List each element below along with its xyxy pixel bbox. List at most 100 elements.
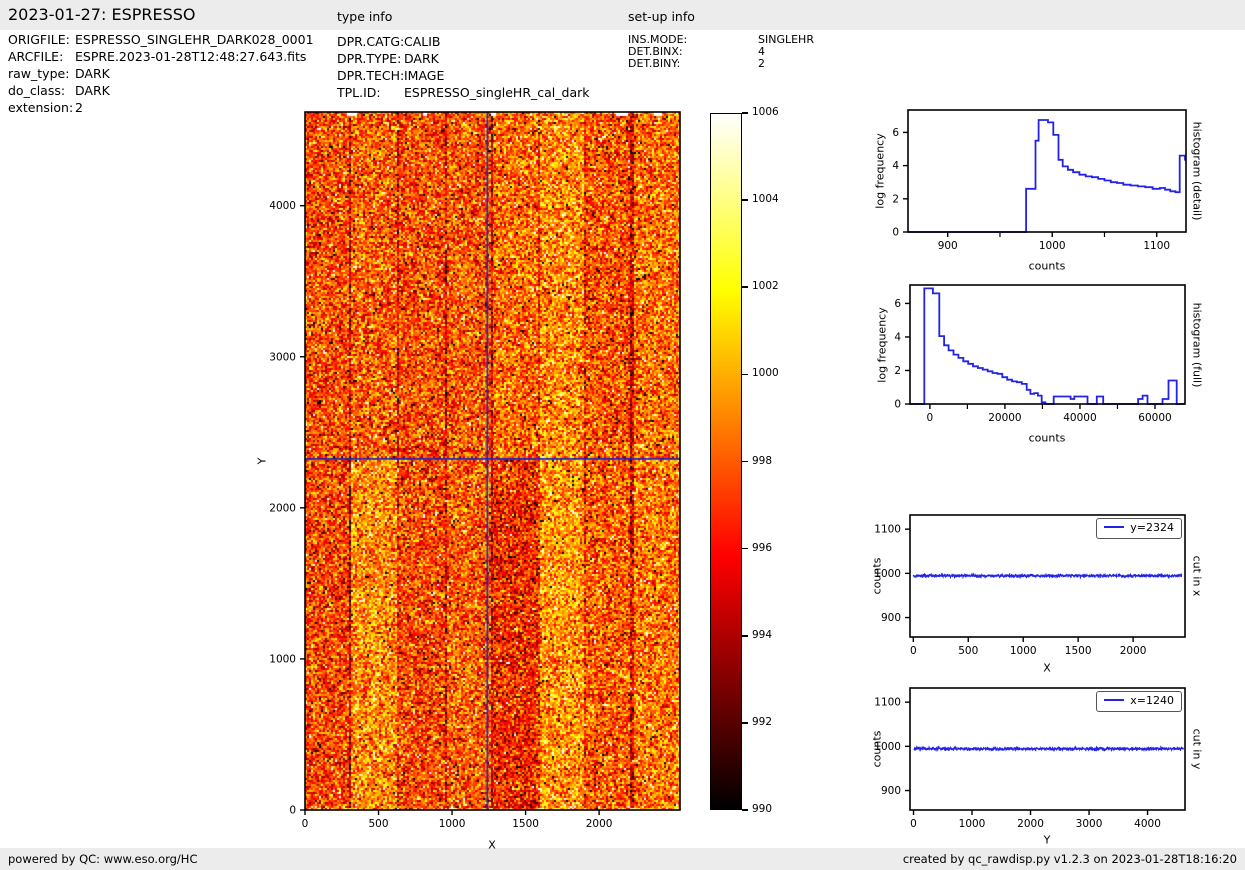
setup-info-row: DET.BINY: 2 <box>628 57 765 70</box>
svg-text:1000: 1000 <box>1039 240 1066 252</box>
cut-in-y-right-label: cut in y <box>1190 728 1204 770</box>
heatmap-y-axis-label: Y <box>255 457 269 465</box>
colorbar-tick-label: 998 <box>752 454 773 467</box>
svg-text:0: 0 <box>302 818 309 830</box>
svg-text:2000: 2000 <box>269 502 296 514</box>
field-value: ESPRESSO_singleHR_cal_dark <box>404 85 590 100</box>
field-label: ORIGFILE: <box>8 32 70 47</box>
svg-text:0: 0 <box>894 399 901 411</box>
svg-text:0: 0 <box>289 805 296 817</box>
svg-text:900: 900 <box>881 785 901 797</box>
colorbar-tick <box>742 460 748 463</box>
svg-text:2: 2 <box>892 193 899 205</box>
colorbar-tick <box>742 373 748 376</box>
legend-line-sample <box>1104 525 1125 529</box>
raw-image-heatmap: 0 500 1000 1500 2000 0 1000 2000 3000 4000 <box>269 111 681 830</box>
cut-in-y-x-label: Y <box>1043 833 1051 847</box>
histogram-full-x-label: counts <box>1028 431 1066 445</box>
type-info-row: DPR.TECH:IMAGE <box>337 68 444 83</box>
svg-text:1000: 1000 <box>959 818 986 830</box>
field-label: DET.BINY: <box>628 57 681 70</box>
histogram-detail-x-label: counts <box>1028 259 1066 273</box>
svg-text:1000: 1000 <box>269 653 296 665</box>
field-label: DPR.TYPE: <box>337 51 402 66</box>
field-value: 2 <box>758 57 765 70</box>
svg-text:20000: 20000 <box>988 412 1021 424</box>
histogram-detail-right-label: histogram (detail) <box>1190 121 1204 221</box>
histogram-detail-y-label: log frequency <box>873 133 887 209</box>
colorbar-tick-label: 1002 <box>752 280 779 293</box>
colorbar-tick-label: 990 <box>752 803 773 815</box>
setup-info-heading: set-up info <box>628 9 695 24</box>
type-info-row: DPR.TYPE: DARK <box>337 51 439 66</box>
field-label: ARCFILE: <box>8 49 64 64</box>
file-info-row: raw_type: DARK <box>8 66 110 81</box>
type-info-row: TPL.ID: ESPRESSO_singleHR_cal_dark <box>337 85 589 100</box>
type-info-row: DPR.CATG:CALIB <box>337 34 441 49</box>
histogram-full-y-label: log frequency <box>875 307 889 383</box>
svg-text:40000: 40000 <box>1063 412 1096 424</box>
legend-label: y=2324 <box>1130 521 1174 534</box>
svg-text:0: 0 <box>892 227 899 239</box>
svg-text:6: 6 <box>894 298 901 310</box>
svg-text:1100: 1100 <box>874 697 901 709</box>
type-info-heading: type info <box>337 9 393 24</box>
field-label: raw_type: <box>8 66 70 81</box>
cut-in-x-plot: y=2324 0 500 1000 1500 2000 900 1000 1100 <box>874 514 1186 657</box>
svg-text:0: 0 <box>910 645 917 657</box>
svg-text:4: 4 <box>894 331 901 343</box>
field-value: IMAGE <box>404 68 445 83</box>
svg-text:1000: 1000 <box>439 818 466 830</box>
svg-text:1100: 1100 <box>1143 240 1170 252</box>
legend-label: x=1240 <box>1130 694 1174 707</box>
file-info-row: do_class: DARK <box>8 83 110 98</box>
colorbar-tick-label: 992 <box>752 715 773 728</box>
cut-in-y-legend: x=1240 <box>1096 691 1182 712</box>
qc-report-page: 2023-01-27: ESPRESSO type info set-up in… <box>0 0 1245 870</box>
cut-in-y-y-label: counts <box>870 730 884 768</box>
svg-text:2000: 2000 <box>586 818 613 830</box>
footer-created-by: created by qc_rawdisp.py v1.2.3 on 2023-… <box>902 852 1237 866</box>
cut-in-x-right-label: cut in x <box>1190 555 1204 597</box>
cut-in-x-legend: y=2324 <box>1096 518 1182 539</box>
field-label: TPL.ID: <box>337 85 381 100</box>
colorbar-tick-label: 996 <box>752 541 773 554</box>
svg-text:2000: 2000 <box>1120 645 1147 657</box>
footer-powered-by: powered by QC: www.eso.org/HC <box>8 852 198 866</box>
colorbar-tick <box>742 286 748 289</box>
histogram-detail-plot: 900 1000 1100 0 2 4 6 <box>892 109 1187 252</box>
svg-text:6: 6 <box>892 127 899 139</box>
svg-text:900: 900 <box>938 240 958 252</box>
cut-in-x-y-label: counts <box>870 557 884 595</box>
field-label: DPR.CATG: <box>337 34 405 49</box>
svg-text:2000: 2000 <box>1017 818 1044 830</box>
svg-text:1500: 1500 <box>512 818 539 830</box>
file-info-row: ORIGFILE: ESPRESSO_SINGLEHR_DARK028_0001 <box>8 32 314 47</box>
file-info-row: ARCFILE: ESPRE.2023-01-28T12:48:27.643.fi… <box>8 49 306 64</box>
colorbar-tick <box>742 199 748 201</box>
heatmap-x-axis-label: X <box>488 838 496 852</box>
svg-text:4000: 4000 <box>1134 818 1161 830</box>
field-value: DARK <box>75 66 110 81</box>
colorbar-tick <box>742 547 748 550</box>
field-value: SINGLEHR <box>758 33 814 46</box>
svg-text:4: 4 <box>892 160 899 172</box>
colorbar-tick-label: 1000 <box>752 367 779 380</box>
svg-text:0: 0 <box>910 818 917 830</box>
svg-text:500: 500 <box>369 818 389 830</box>
legend-line-sample <box>1104 698 1125 702</box>
colorbar-tick <box>742 722 748 724</box>
colorbar <box>710 113 742 810</box>
field-value: DARK <box>404 51 439 66</box>
svg-text:60000: 60000 <box>1138 412 1171 424</box>
svg-text:3000: 3000 <box>1076 818 1103 830</box>
svg-text:4000: 4000 <box>269 200 296 212</box>
histogram-full-right-label: histogram (full) <box>1190 302 1204 388</box>
svg-text:1500: 1500 <box>1065 645 1092 657</box>
field-label: do_class: <box>8 83 66 98</box>
field-label: DPR.TECH: <box>337 68 405 83</box>
histogram-full-plot: 0 20000 40000 60000 0 2 4 6 <box>894 284 1186 424</box>
field-value: CALIB <box>404 34 441 49</box>
file-info-row: extension: 2 <box>8 100 83 115</box>
colorbar-tick-label: 1006 <box>752 106 779 118</box>
